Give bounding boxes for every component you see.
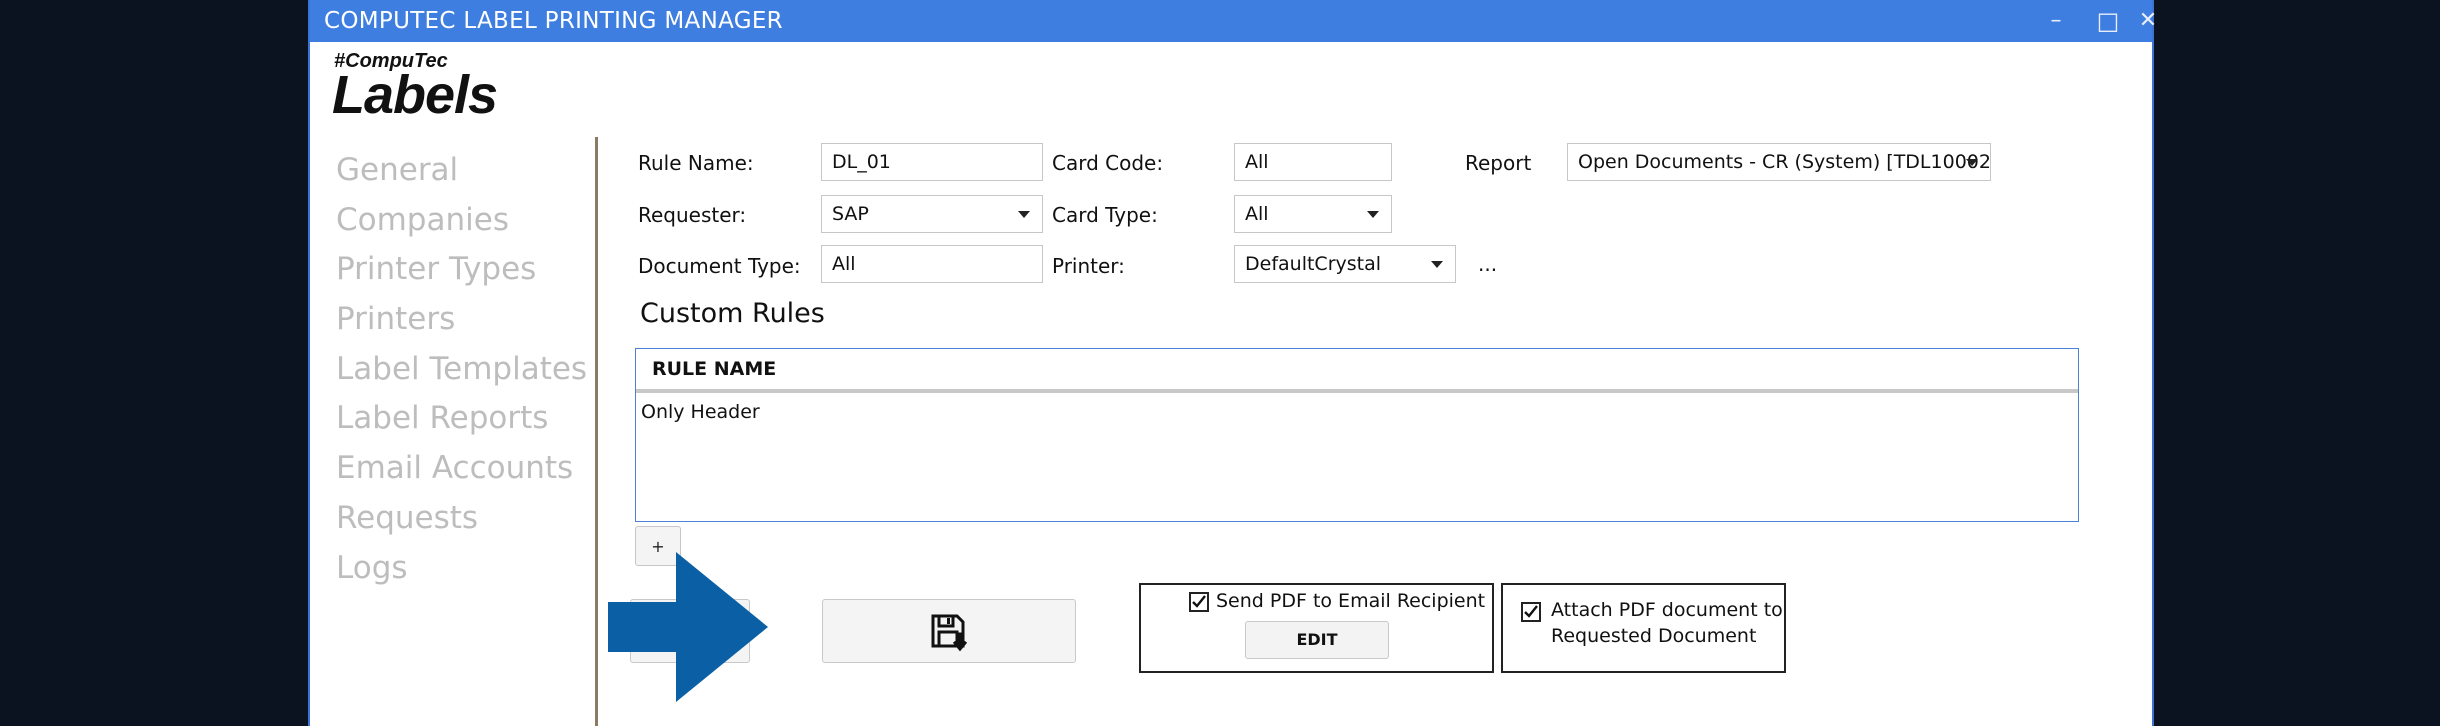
report-select-value: Open Documents - CR (System) [TDL10002] (1578, 151, 1991, 173)
checkmark-icon (1524, 605, 1538, 618)
sidebar-item-general[interactable]: General (336, 150, 587, 200)
minimize-icon[interactable]: – (2036, 4, 2076, 38)
printer-select-value: DefaultCrystal (1245, 253, 1382, 275)
card-type-select[interactable]: All (1234, 195, 1392, 233)
document-type-label: Document Type: (638, 254, 801, 278)
title-bar: COMPUTEC LABEL PRINTING MANAGER – □ ✕ (310, 0, 2157, 42)
app-window: COMPUTEC LABEL PRINTING MANAGER – □ ✕ #C… (308, 0, 2157, 726)
sidebar-item-email-accounts[interactable]: Email Accounts (336, 448, 587, 498)
sidebar-nav: General Companies Printer Types Printers… (336, 150, 587, 597)
printer-label: Printer: (1052, 254, 1125, 278)
table-row[interactable]: Only Header (641, 401, 760, 423)
chevron-down-icon (1018, 211, 1030, 218)
sidebar-item-requests[interactable]: Requests (336, 498, 587, 548)
arrow-pointer-icon (608, 552, 768, 702)
sidebar-item-label-reports[interactable]: Label Reports (336, 398, 587, 448)
printer-more-button[interactable]: ... (1478, 252, 1497, 276)
document-type-input[interactable]: All (821, 245, 1043, 283)
attach-pdf-checkbox[interactable] (1521, 602, 1541, 622)
sidebar-item-printers[interactable]: Printers (336, 299, 587, 349)
card-type-label: Card Type: (1052, 203, 1158, 227)
column-header-label: RULE NAME (652, 358, 777, 380)
sidebar-divider (595, 137, 598, 726)
chevron-down-icon (1367, 211, 1379, 218)
custom-rules-title: Custom Rules (640, 298, 825, 329)
maximize-icon[interactable]: □ (2088, 4, 2128, 38)
sidebar-item-companies[interactable]: Companies (336, 200, 587, 250)
window-title: COMPUTEC LABEL PRINTING MANAGER (324, 8, 783, 34)
custom-rules-grid: RULE NAME Only Header (635, 348, 2079, 522)
attach-pdf-label-line1: Attach PDF document to (1551, 599, 1783, 621)
requester-select[interactable]: SAP (821, 195, 1043, 233)
save-icon (931, 614, 968, 652)
logo-title: Labels (332, 65, 498, 125)
card-code-input[interactable]: All (1234, 143, 1392, 181)
report-label: Report (1465, 151, 1532, 175)
chevron-down-icon (1431, 261, 1443, 268)
checkmark-icon (1192, 595, 1206, 608)
close-icon[interactable]: ✕ (2128, 4, 2168, 38)
card-type-select-value: All (1245, 203, 1269, 225)
rule-name-label: Rule Name: (638, 151, 754, 175)
attach-pdf-label-line2: Requested Document (1551, 625, 1757, 647)
send-pdf-options: Send PDF to Email Recipient EDIT (1139, 583, 1494, 673)
report-select[interactable]: Open Documents - CR (System) [TDL10002] (1567, 143, 1991, 181)
rule-name-column-header[interactable]: RULE NAME (636, 349, 2078, 393)
sidebar-item-label-templates[interactable]: Label Templates (336, 349, 587, 399)
printer-select[interactable]: DefaultCrystal (1234, 245, 1456, 283)
requester-label: Requester: (638, 203, 747, 227)
attach-pdf-options: Attach PDF document to Requested Documen… (1501, 583, 1786, 673)
sidebar-item-printer-types[interactable]: Printer Types (336, 249, 587, 299)
send-pdf-checkbox[interactable] (1189, 592, 1209, 612)
save-button[interactable] (822, 599, 1076, 663)
rule-name-input[interactable]: DL_01 (821, 143, 1043, 181)
edit-button[interactable]: EDIT (1245, 621, 1389, 659)
requester-select-value: SAP (832, 203, 869, 225)
chevron-down-icon (1966, 159, 1978, 166)
send-pdf-label: Send PDF to Email Recipient (1216, 590, 1486, 612)
sidebar-item-logs[interactable]: Logs (336, 548, 587, 598)
card-code-label: Card Code: (1052, 151, 1164, 175)
